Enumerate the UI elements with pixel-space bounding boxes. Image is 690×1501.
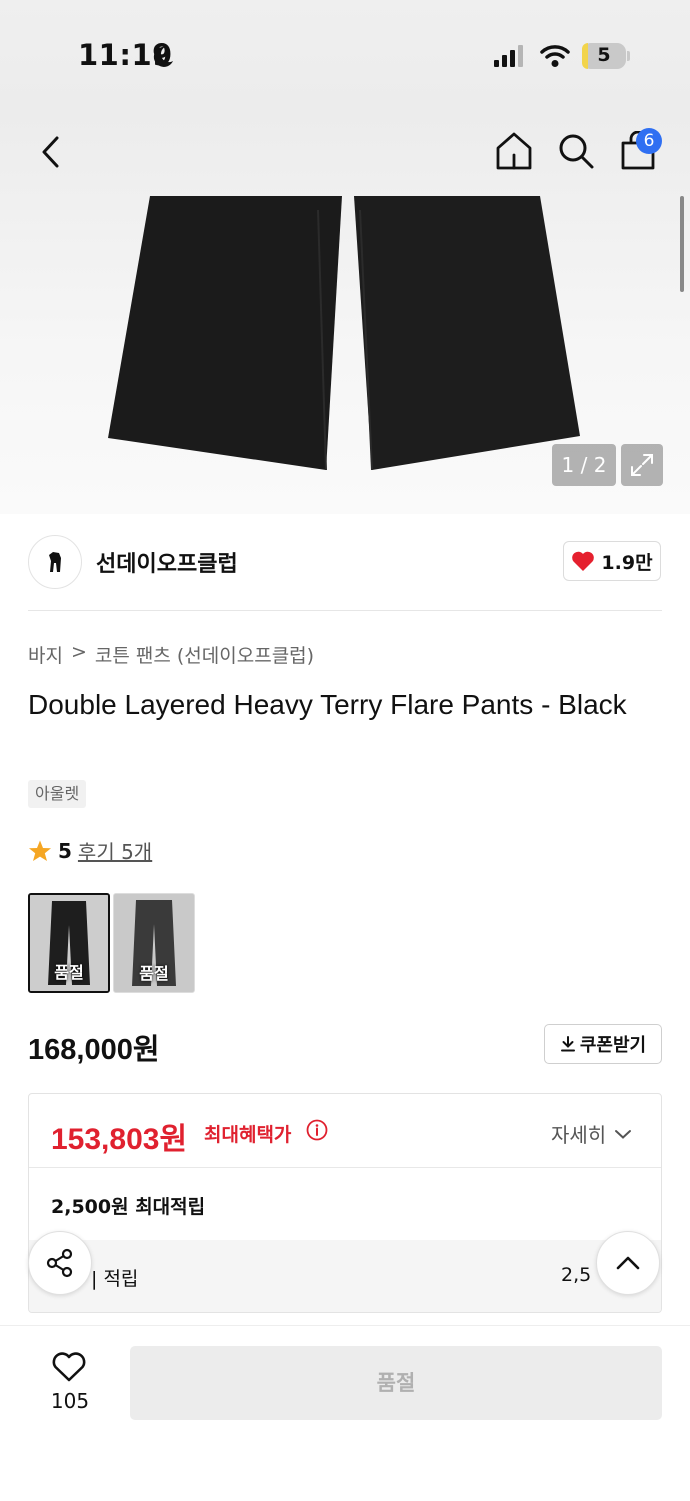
detail-label: 자세히: [551, 1123, 607, 1147]
star-icon: [29, 840, 51, 861]
rating-row: 5 후기 5개: [28, 836, 152, 865]
back-button[interactable]: [28, 128, 72, 176]
signal-icon: [494, 45, 523, 67]
breadcrumb: 바지 > 코튼 팬츠 (선데이오프클럽): [28, 641, 314, 668]
rating-score: 5: [58, 838, 72, 863]
wishlist-button[interactable]: [46, 1347, 92, 1387]
expand-button[interactable]: [621, 444, 663, 486]
divider: [28, 610, 662, 611]
share-icon: [46, 1248, 73, 1278]
moon-icon: [153, 46, 173, 67]
battery-indicator: 5: [582, 43, 626, 69]
soldout-button[interactable]: 품절: [130, 1346, 662, 1420]
brand-like-button[interactable]: 1.9만: [563, 541, 661, 581]
max-benefit-price: 153,803원: [51, 1123, 188, 1156]
search-button[interactable]: [554, 128, 598, 174]
home-button[interactable]: [492, 128, 536, 174]
coupon-label: 쿠폰받기: [579, 1035, 647, 1056]
points-detail-label: | 적립: [91, 1268, 139, 1290]
breadcrumb-separator: >: [70, 641, 87, 663]
chevron-down-icon: [615, 1129, 632, 1139]
brand-logo-icon: [49, 552, 61, 572]
breadcrumb-category[interactable]: 바지: [28, 641, 63, 668]
wishlist-count: 105: [50, 1389, 90, 1413]
benefit-panel: 153,803원 최대혜택가 자세히 2,500원 최대적립 | 적립 2,5: [28, 1093, 662, 1313]
battery-cap: [627, 51, 630, 61]
wifi-icon: [540, 45, 570, 67]
brand-like-count: 1.9만: [601, 551, 653, 574]
detail-toggle[interactable]: 자세히: [551, 1119, 632, 1148]
variant-soldout-label: 품절: [139, 964, 169, 983]
coupon-button[interactable]: 쿠폰받기: [544, 1024, 662, 1064]
expand-icon: [631, 454, 653, 476]
heart-outline-icon: [52, 1352, 86, 1382]
variant-thumb-charcoal[interactable]: 품절: [113, 893, 195, 993]
breadcrumb-subcategory[interactable]: 코튼 팬츠 (선데이오프클럽): [95, 641, 314, 668]
brand-logo[interactable]: [28, 535, 82, 589]
share-button[interactable]: [28, 1231, 92, 1295]
scroll-indicator: [680, 196, 684, 292]
cart-count-badge: 6: [636, 128, 662, 154]
product-title: Double Layered Heavy Terry Flare Pants -…: [28, 689, 627, 720]
search-icon: [559, 134, 594, 169]
original-price: 168,000원: [28, 1034, 160, 1066]
heart-filled-icon: [572, 551, 595, 571]
download-icon: [560, 1036, 575, 1052]
info-icon[interactable]: [306, 1119, 328, 1141]
outlet-tag: 아울렛: [28, 780, 87, 808]
max-benefit-label: 최대혜택가: [204, 1124, 292, 1146]
brand-name[interactable]: 선데이오프클럽: [96, 546, 238, 578]
points-detail-value: 2,5: [561, 1264, 592, 1286]
chevron-up-icon: [616, 1256, 640, 1270]
variant-thumb-black[interactable]: 품절: [28, 893, 110, 993]
image-counter: 1 / 2: [552, 444, 616, 486]
review-link[interactable]: 후기 5개: [78, 836, 152, 865]
home-icon: [496, 132, 532, 170]
variant-soldout-label: 품절: [54, 963, 84, 982]
max-points-label: 2,500원 최대적립: [51, 1196, 206, 1218]
chevron-left-icon: [42, 136, 59, 168]
scroll-top-button[interactable]: [596, 1231, 660, 1295]
divider: [29, 1167, 661, 1168]
